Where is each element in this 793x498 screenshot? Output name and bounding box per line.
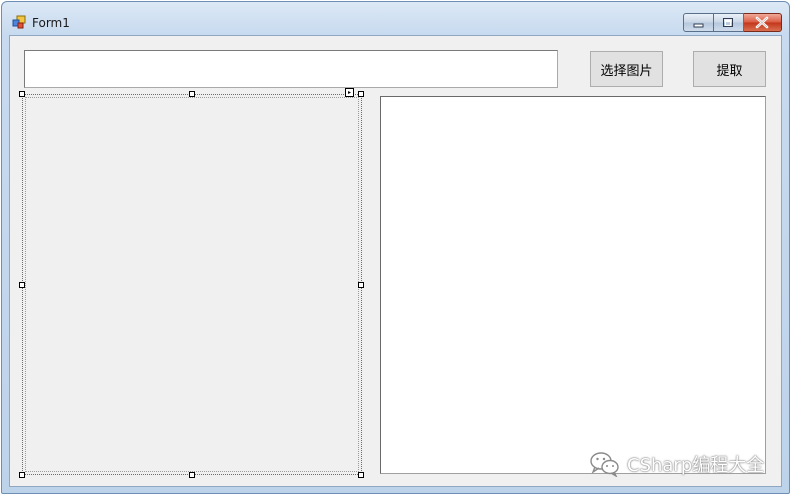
path-input[interactable]	[24, 50, 558, 88]
watermark: CSharp编程大全	[589, 451, 764, 477]
resize-handle-bottom-right[interactable]	[358, 472, 364, 478]
result-text-box[interactable]	[380, 96, 766, 474]
extract-button[interactable]: 提取	[693, 51, 766, 87]
wechat-icon	[590, 452, 619, 477]
form-client-area: 选择图片 提取 ▸	[9, 35, 782, 487]
close-icon	[755, 16, 769, 29]
select-image-button[interactable]: 选择图片	[590, 51, 663, 87]
picture-box[interactable]	[22, 94, 362, 475]
maximize-icon	[723, 18, 733, 27]
picture-box-selection-outline	[25, 97, 359, 472]
title-bar[interactable]: Form1	[2, 2, 789, 35]
window-title: Form1	[32, 16, 70, 30]
maximize-button[interactable]	[714, 13, 744, 32]
resize-handle-right[interactable]	[358, 282, 364, 288]
close-button[interactable]	[744, 13, 782, 32]
minimize-button[interactable]	[683, 13, 714, 32]
watermark-text: CSharp编程大全	[627, 455, 765, 476]
resize-handle-top-right[interactable]	[358, 91, 364, 97]
resize-handle-bottom[interactable]	[189, 472, 195, 478]
form-window: Form1 选择图片 提取 ▸ CSharp编程大全	[1, 1, 790, 494]
resize-handle-top-left[interactable]	[19, 91, 25, 97]
resize-handle-bottom-left[interactable]	[19, 472, 25, 478]
resize-handle-left[interactable]	[19, 282, 25, 288]
smart-tag-arrow-icon[interactable]: ▸	[345, 88, 354, 97]
resize-handle-top[interactable]	[189, 91, 195, 97]
form-icon	[12, 15, 26, 29]
minimize-icon	[693, 23, 704, 28]
